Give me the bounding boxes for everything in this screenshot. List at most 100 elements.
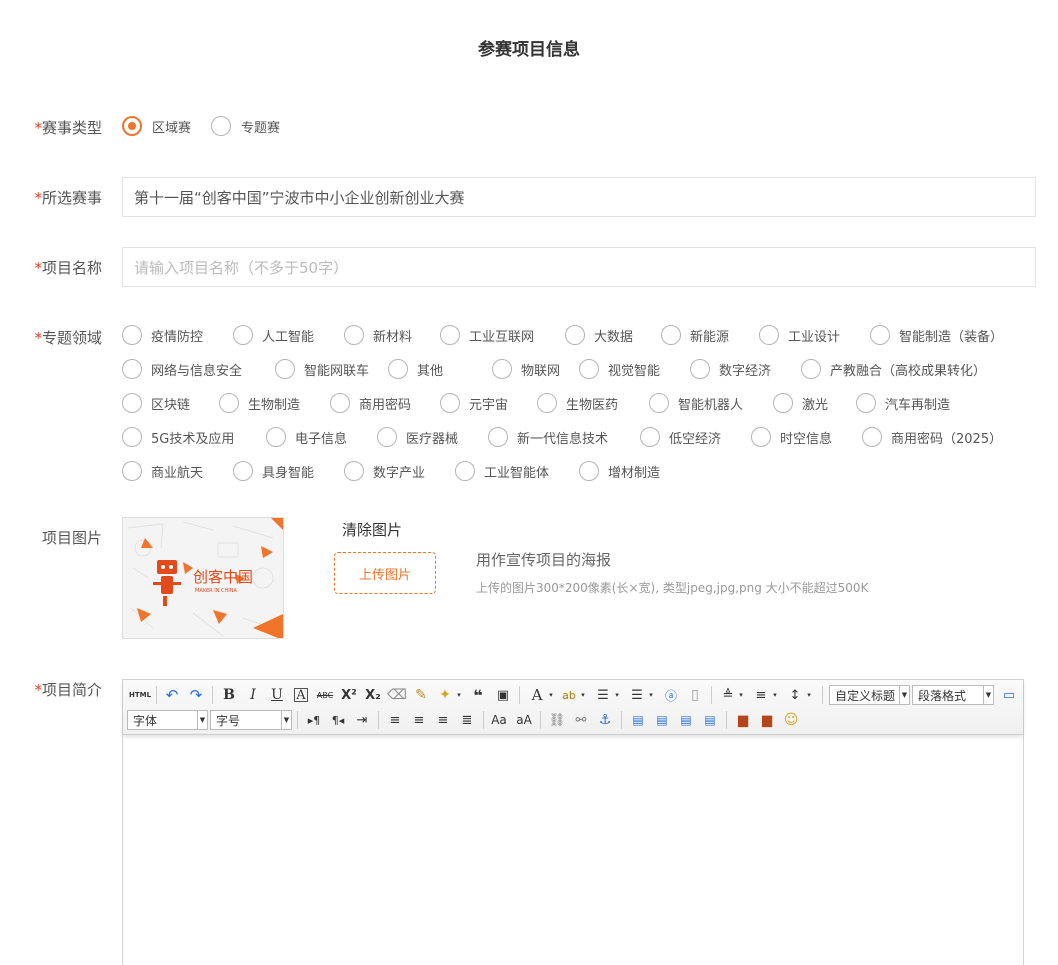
unlink-icon[interactable]: ⚯ (571, 710, 591, 730)
radio-unselected-icon[interactable] (440, 393, 460, 413)
topic-option[interactable]: 生物制造 (219, 393, 300, 413)
radio-unselected-icon[interactable] (377, 427, 397, 447)
redo-icon[interactable]: ↷ (186, 685, 206, 705)
radio-unselected-icon[interactable] (122, 393, 142, 413)
topic-option[interactable]: 医疗器械 (377, 427, 458, 447)
topic-option[interactable]: 物联网 (492, 359, 560, 379)
topic-option[interactable]: 网络与信息安全 (122, 359, 242, 379)
radio-unselected-icon[interactable] (488, 427, 508, 447)
row-spacing-top-icon[interactable]: ≜ (718, 685, 738, 705)
radio-unselected-icon[interactable] (275, 359, 295, 379)
contest-type-thematic[interactable]: 专题赛 (211, 116, 280, 136)
radio-unselected-icon[interactable] (773, 393, 793, 413)
radio-unselected-icon[interactable] (122, 325, 142, 345)
topic-option[interactable]: 工业设计 (759, 325, 840, 345)
radio-unselected-icon[interactable] (455, 461, 475, 481)
align-justify-icon[interactable]: ≣ (457, 710, 477, 730)
image-left-icon[interactable]: ▤ (652, 710, 672, 730)
multi-image-icon[interactable]: ▆ (757, 710, 777, 730)
editor-content-area[interactable] (123, 735, 1023, 965)
radio-unselected-icon[interactable] (122, 461, 142, 481)
chevron-down-icon[interactable]: ▾ (737, 685, 745, 705)
topic-option[interactable]: 智能制造（装备） (870, 325, 1003, 345)
bold-icon[interactable]: B (219, 685, 239, 705)
insert-image-icon[interactable]: ▆ (733, 710, 753, 730)
radio-unselected-icon[interactable] (211, 116, 232, 136)
align-right-icon[interactable]: ≡ (433, 710, 453, 730)
radio-unselected-icon[interactable] (801, 359, 821, 379)
image-center-icon[interactable]: ▤ (700, 710, 720, 730)
topic-option[interactable]: 5G技术及应用 (122, 427, 234, 447)
topic-option[interactable]: 新材料 (344, 325, 412, 345)
chevron-down-icon[interactable]: ▾ (613, 685, 621, 705)
highlight-color-icon[interactable]: ab (559, 685, 579, 705)
radio-unselected-icon[interactable] (579, 461, 599, 481)
radio-unselected-icon[interactable] (870, 325, 890, 345)
radio-unselected-icon[interactable] (565, 325, 585, 345)
radio-unselected-icon[interactable] (579, 359, 599, 379)
topic-option[interactable]: 新能源 (661, 325, 729, 345)
radio-unselected-icon[interactable] (492, 359, 512, 379)
contest-type-regional[interactable]: 区域赛 (122, 116, 191, 136)
align-center-icon[interactable]: ≡ (409, 710, 429, 730)
radio-unselected-icon[interactable] (440, 325, 460, 345)
undo-icon[interactable]: ↶ (162, 685, 182, 705)
paste-plain-icon[interactable]: ▣ (493, 685, 513, 705)
image-none-icon[interactable]: ▤ (628, 710, 648, 730)
page-break-icon[interactable]: ▯ (685, 685, 705, 705)
radio-unselected-icon[interactable] (856, 393, 876, 413)
topic-option[interactable]: 区块链 (122, 393, 190, 413)
font-size-select[interactable]: 字号 ▼ (210, 710, 292, 730)
radio-unselected-icon[interactable] (330, 393, 350, 413)
topic-option[interactable]: 低空经济 (640, 427, 721, 447)
align-left-icon[interactable]: ≡ (385, 710, 405, 730)
emoticon-icon[interactable]: ☺ (781, 710, 801, 730)
radio-unselected-icon[interactable] (862, 427, 882, 447)
italic-icon[interactable]: I (243, 685, 263, 705)
radio-unselected-icon[interactable] (537, 393, 557, 413)
topic-option[interactable]: 工业互联网 (440, 325, 534, 345)
fullscreen-icon[interactable]: ▭ (999, 685, 1019, 705)
radio-unselected-icon[interactable] (640, 427, 660, 447)
topic-option[interactable]: 视觉智能 (579, 359, 660, 379)
topic-option[interactable]: 数字产业 (344, 461, 425, 481)
topic-option[interactable]: 电子信息 (266, 427, 347, 447)
topic-option[interactable]: 智能机器人 (649, 393, 743, 413)
topic-option[interactable]: 疫情防控 (122, 325, 203, 345)
row-spacing-bottom-icon[interactable]: ≡ (751, 685, 771, 705)
topic-option[interactable]: 具身智能 (233, 461, 314, 481)
topic-option[interactable]: 汽车再制造 (856, 393, 950, 413)
topic-option[interactable]: 增材制造 (579, 461, 660, 481)
uppercase-icon[interactable]: Aa (489, 710, 509, 730)
radio-unselected-icon[interactable] (344, 325, 364, 345)
chevron-down-icon[interactable]: ▾ (547, 685, 555, 705)
paragraph-format-select[interactable]: 段落格式 ▼ (912, 685, 994, 705)
topic-option[interactable]: 元宇宙 (440, 393, 508, 413)
insert-anchor-text-icon[interactable]: ⓐ (661, 685, 681, 705)
subscript-icon[interactable]: X₂ (363, 685, 383, 705)
blockquote-icon[interactable]: ❝ (468, 685, 488, 705)
strikethrough-icon[interactable]: ABC (315, 685, 335, 705)
underline-icon[interactable]: U (267, 685, 287, 705)
radio-unselected-icon[interactable] (344, 461, 364, 481)
html-source-button[interactable]: HTML (127, 685, 153, 705)
topic-option[interactable]: 智能网联车 (275, 359, 369, 379)
contest-field[interactable]: 第十一届“创客中国”宁波市中小企业创新创业大赛 (122, 177, 1036, 217)
topic-option[interactable]: 工业智能体 (455, 461, 549, 481)
auto-format-icon[interactable]: ✦ (435, 685, 455, 705)
chevron-down-icon[interactable]: ▾ (805, 685, 813, 705)
anchor-icon[interactable]: ⚓ (595, 710, 615, 730)
chevron-down-icon[interactable]: ▾ (771, 685, 779, 705)
radio-unselected-icon[interactable] (122, 427, 142, 447)
radio-unselected-icon[interactable] (751, 427, 771, 447)
line-height-icon[interactable]: ↕ (785, 685, 805, 705)
topic-option[interactable]: 大数据 (565, 325, 633, 345)
font-border-icon[interactable]: A (294, 688, 308, 703)
radio-unselected-icon[interactable] (661, 325, 681, 345)
font-family-select[interactable]: 字体 ▼ (127, 710, 208, 730)
radio-unselected-icon[interactable] (219, 393, 239, 413)
radio-unselected-icon[interactable] (690, 359, 710, 379)
radio-unselected-icon[interactable] (759, 325, 779, 345)
upload-image-button[interactable]: 上传图片 (334, 552, 436, 594)
image-right-icon[interactable]: ▤ (676, 710, 696, 730)
